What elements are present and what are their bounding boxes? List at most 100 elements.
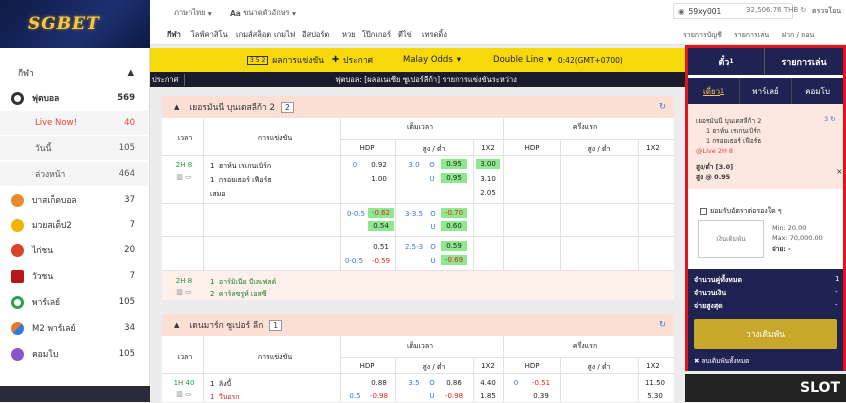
odds-hdp-away[interactable]: -0.98 <box>365 392 393 400</box>
odds-over[interactable]: 0.86 <box>441 379 467 387</box>
odds-type-select[interactable]: Malay Odds <box>403 55 453 65</box>
verify-link[interactable]: ตรวจโอน <box>812 6 841 17</box>
nav-cockfight[interactable]: ตีไข่ <box>398 29 412 41</box>
sports-header[interactable]: กีฬา ▲ <box>0 62 150 84</box>
refresh-icon[interactable]: ↻ <box>659 320 666 330</box>
sidebar-item-label: วัวชน <box>32 272 54 282</box>
nav-live-casino[interactable]: ไลฟ์คาสิโน <box>191 29 228 41</box>
match-count-badge: 1 <box>269 319 282 331</box>
under-label: U <box>429 175 435 183</box>
collapse-icon[interactable]: ▲ <box>174 321 179 329</box>
odds-1[interactable]: 3.00 <box>476 159 500 169</box>
col-firsthalf: ครึ่งแรก <box>572 123 598 131</box>
odds-x[interactable]: 2.05 <box>476 189 500 197</box>
odds-under[interactable]: -0.98 <box>441 392 467 400</box>
odds-2[interactable]: 1.85 <box>476 392 500 400</box>
odds-hdp-home[interactable]: 0.92 <box>365 161 393 169</box>
league-header-denmark[interactable]: ▲ เดนมาร์ก ซูเปอร์ ลีก 1 ↻ <box>162 314 674 336</box>
away-rank: 2 <box>210 290 215 298</box>
stats-icon[interactable]: ▥ ▭ <box>170 173 198 181</box>
odds-2[interactable]: 3.10 <box>476 175 500 183</box>
nav-esports[interactable]: อีสปอร์ต <box>302 29 329 41</box>
odds-over[interactable]: 0.59 <box>441 241 467 251</box>
league-title: เยอรมันนี บุนเดสลีก้า 2 <box>189 103 275 113</box>
chevron-down-icon: ▾ <box>547 55 552 65</box>
sidebar-sub-today[interactable]: วันนี้ 105 <box>0 136 148 160</box>
language-select[interactable]: ภาษาไทย ▾ <box>174 6 212 20</box>
odds-hdp-home[interactable]: 0.88 <box>365 379 393 387</box>
refresh-icon[interactable]: ↻ <box>659 102 666 112</box>
announcement-text[interactable]: ฟุตบอล: [ผลอเนเซีย ซูเปอร์ลีก้า] รายการแ… <box>335 74 685 86</box>
summary-value: - <box>835 288 838 296</box>
tab-combo[interactable]: คอมโบ <box>792 78 843 104</box>
single-badge: 1 <box>720 87 724 95</box>
place-bet-button[interactable]: วางเดิมพัน <box>694 319 837 349</box>
sidebar-item-cockfight[interactable]: ไก่ชน 20 <box>0 238 148 262</box>
sidebar-sub-early[interactable]: ล่วงหน้า 464 <box>0 162 148 186</box>
results-button[interactable]: ผลการแข่งขัน <box>272 53 324 67</box>
league-header-bundesliga2[interactable]: ▲ เยอรมันนี บุนเดสลีก้า 2 2 ↻ <box>162 96 674 118</box>
sidebar-item-combo[interactable]: คอมโบ 105 <box>0 342 148 366</box>
odds-2-half[interactable]: 5.30 <box>640 392 670 400</box>
sidebar-item-parlay[interactable]: พาร์เลย์ 105 <box>0 290 148 314</box>
sidebar-item-label: ฟุตบอล <box>32 94 60 104</box>
slot-banner[interactable]: SLOT <box>685 374 846 402</box>
odds-under[interactable]: -0.69 <box>441 255 467 265</box>
sidebar-item-boxing[interactable]: มวยสเต็ป2 7 <box>0 213 148 237</box>
nav-slots[interactable]: เกมส์สล็อต <box>236 29 271 41</box>
odds-under[interactable]: 0.95 <box>441 173 467 183</box>
tab-parlay[interactable]: พาร์เลย์ <box>740 78 792 104</box>
odds-hdp-home-half[interactable]: -0.51 <box>527 379 555 387</box>
nav-trading[interactable]: เทรดดิ้ง <box>422 29 447 41</box>
nav-lottery[interactable]: หวย <box>342 29 356 41</box>
logo[interactable]: SGBET <box>0 0 150 48</box>
odds-hdp-away-half[interactable]: 0.39 <box>527 392 555 400</box>
deposit-link[interactable]: ฝาก / ถอน <box>782 30 814 41</box>
clear-all-button[interactable]: ✖ ลบเดิมพันทั้งหมด <box>694 356 749 366</box>
away-team: 1 วีบอรก <box>210 393 240 401</box>
nav-poker[interactable]: โป๊กเกอร์ <box>362 29 391 41</box>
nav-fire-game[interactable]: เกมไฟ <box>274 29 295 41</box>
payout: จ่าย: - <box>772 245 791 253</box>
sidebar-item-m2-parlay[interactable]: M2 พาร์เลย์ 34 <box>0 316 148 340</box>
announce-button[interactable]: ประกาศ <box>343 53 373 67</box>
stake-input[interactable]: เงินเดิมพัน <box>698 220 764 258</box>
stats-icon[interactable]: ▥ ▭ <box>170 288 198 296</box>
sidebar-banner[interactable] <box>0 386 150 402</box>
ou-line: 3-3.5 <box>404 210 424 218</box>
bet-list-link[interactable]: รายการเล่น <box>734 30 769 41</box>
col-1x2-half: 1X2 <box>646 144 660 152</box>
col-match: การแข่งขัน <box>257 353 293 361</box>
tab-single[interactable]: เดี่ยว 1 <box>688 78 740 104</box>
sidebar-item-bullfight[interactable]: วัวชน 7 <box>0 264 148 288</box>
stats-icon[interactable]: ▥ ▭ <box>170 390 198 398</box>
odds-under[interactable]: 0.60 <box>441 221 467 231</box>
odds-hdp-away[interactable]: 1.00 <box>365 175 393 183</box>
odds-hdp-away[interactable]: -0.59 <box>368 257 394 265</box>
refresh-icon[interactable]: ↻ <box>830 115 835 123</box>
line-select[interactable]: Double Line <box>493 55 544 65</box>
checkbox-icon[interactable] <box>700 208 707 215</box>
accept-odds-checkbox[interactable]: ยอมรับอัตราต่อรองใด ๆ <box>700 206 782 217</box>
nav-sports[interactable]: กีฬา <box>167 29 181 41</box>
sidebar-item-basketball[interactable]: บาสเก็ตบอล 37 <box>0 188 148 212</box>
tab-ticket[interactable]: ตั๋ว 1 <box>688 48 765 75</box>
odds-over[interactable]: 0.95 <box>441 159 467 169</box>
odds-hdp-away[interactable]: 0.54 <box>368 221 394 231</box>
collapse-icon[interactable]: ▲ <box>127 68 134 78</box>
tab-ticket-label: ตั๋ว <box>718 57 730 68</box>
collapse-icon[interactable]: ▲ <box>174 103 179 111</box>
odds-over[interactable]: -0.70 <box>441 208 467 218</box>
font-size-select[interactable]: Aa ขนาดตัวอักษร ▾ <box>230 6 296 20</box>
account-link[interactable]: รายการบัญชี <box>683 30 722 41</box>
odds-1-half[interactable]: 11.50 <box>640 379 670 387</box>
odds-hdp-home[interactable]: 0.51 <box>368 243 394 251</box>
refresh-icon[interactable]: ↻ <box>800 6 806 14</box>
col-ou-half: สูง / ต่ำ <box>587 363 611 371</box>
odds-1[interactable]: 4.40 <box>476 379 500 387</box>
remove-selection-icon[interactable]: × <box>836 167 843 176</box>
tab-bet-list[interactable]: รายการเล่น <box>765 48 843 75</box>
odds-hdp-home[interactable]: -0.62 <box>368 208 394 218</box>
sidebar-item-football[interactable]: ฟุตบอล 569 <box>0 86 148 110</box>
sidebar-sub-live[interactable]: Live Now! 40 <box>0 111 148 135</box>
